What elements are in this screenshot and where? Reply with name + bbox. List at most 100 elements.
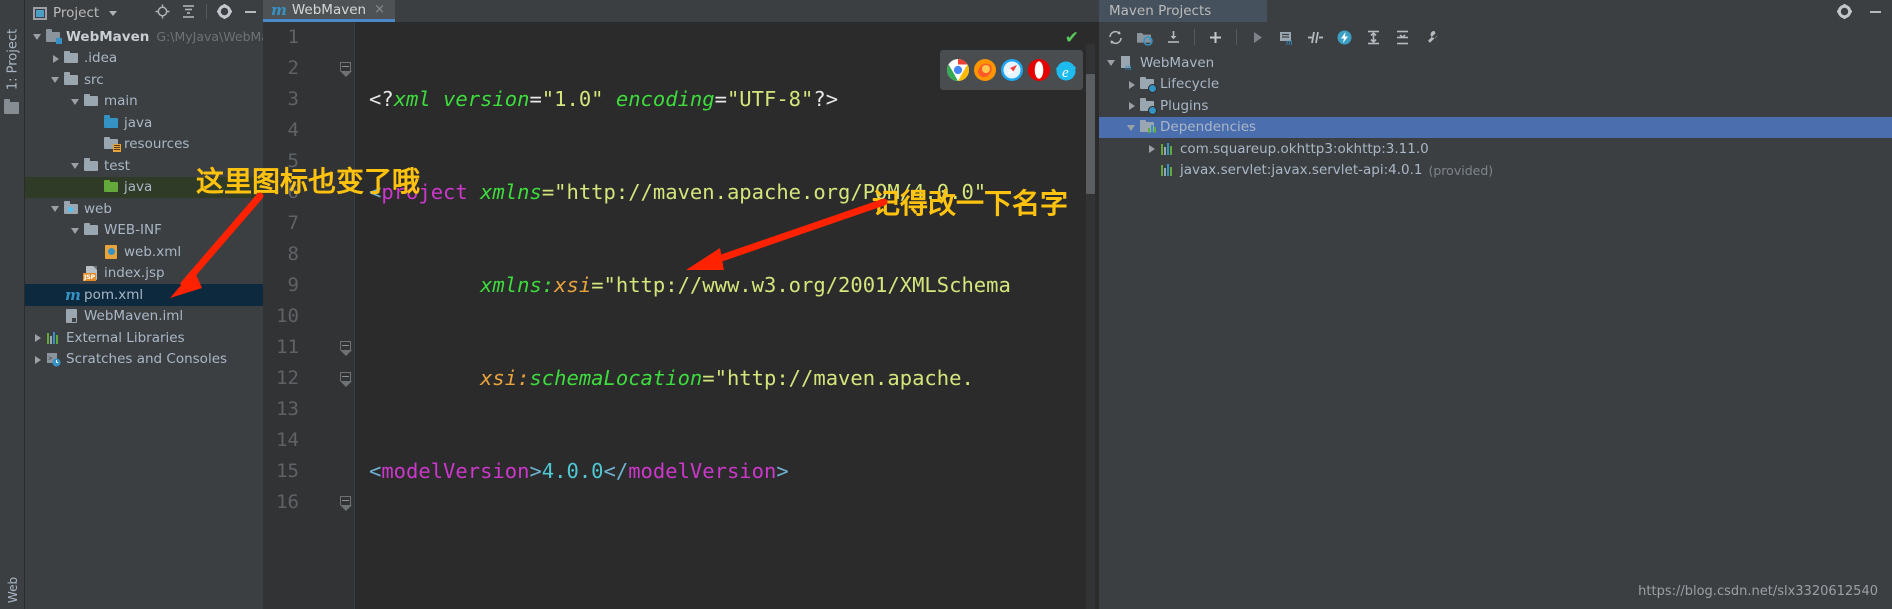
close-icon[interactable]: × [374, 2, 385, 17]
minimize-icon[interactable] [242, 3, 259, 20]
project-tool-window-button[interactable]: 1: Project [6, 23, 21, 97]
maven-pom-icon: m [271, 0, 287, 19]
download-sources-icon[interactable] [1165, 29, 1182, 46]
chevron-right-icon[interactable] [49, 52, 62, 65]
chevron-right-icon[interactable] [31, 353, 44, 366]
line-number: 13 [276, 398, 299, 420]
inspection-ok-icon[interactable]: ✔ [1065, 28, 1079, 48]
chevron-down-icon[interactable] [69, 159, 82, 172]
editor-tab-webmaven[interactable]: m WebMaven × [263, 0, 395, 22]
maven-panel-title: Maven Projects [1109, 3, 1212, 19]
firefox-icon[interactable] [973, 58, 997, 82]
gear-icon[interactable] [1836, 3, 1853, 20]
fold-marker[interactable] [339, 363, 352, 394]
editor-gutter[interactable]: 1 2 3 4 5 6 7 8 9 10 11 12 13 14 15 16 [263, 22, 355, 609]
web-tool-window-button[interactable]: Web [6, 571, 20, 609]
fold-marker[interactable] [339, 53, 352, 84]
chrome-icon[interactable] [946, 58, 970, 82]
settings-icon[interactable] [1423, 29, 1440, 46]
tree-item-main-java[interactable]: java [25, 112, 263, 134]
maven-tree[interactable]: m WebMaven Lifecycle Plugins Dependencie… [1099, 52, 1892, 609]
tree-item-webmaven-iml[interactable]: WebMaven.iml [25, 306, 263, 328]
code-content[interactable]: <?xml version="1.0" encoding="UTF-8"?> <… [355, 22, 1099, 609]
project-tree[interactable]: WebMaven G:\MyJava\WebMave .idea src mai… [25, 26, 263, 609]
tree-item-web-xml[interactable]: web.xml [25, 241, 263, 263]
chevron-right-icon[interactable] [1145, 142, 1158, 155]
annotation-note-code: 记得改一下名字 [872, 182, 1068, 222]
maven-tree-item-plugins[interactable]: Plugins [1099, 95, 1892, 117]
tree-item-scratches-consoles[interactable]: > Scratches and Consoles [25, 349, 263, 371]
chevron-down-icon[interactable] [31, 30, 44, 43]
collapse-all-icon[interactable] [180, 3, 197, 20]
code-editor[interactable]: 1 2 3 4 5 6 7 8 9 10 11 12 13 14 15 16 <… [263, 22, 1099, 609]
code-line: <modelVersion>4.0.0</modelVersion> [369, 459, 789, 483]
code-line: xsi:schemaLocation="http://maven.apache. [480, 366, 974, 390]
gear-icon[interactable] [216, 3, 233, 20]
line-number: 2 [287, 57, 299, 79]
tree-item-label: WebMaven.iml [84, 308, 184, 325]
tree-item-index-jsp[interactable]: JSP index.jsp [25, 263, 263, 285]
locate-icon[interactable] [154, 3, 171, 20]
chevron-right-icon[interactable] [1125, 78, 1138, 91]
reimport-icon[interactable] [1107, 29, 1124, 46]
opera-icon[interactable] [1027, 58, 1051, 82]
structure-icon[interactable] [4, 99, 19, 114]
tree-item-external-libraries[interactable]: External Libraries [25, 327, 263, 349]
fold-marker[interactable] [339, 332, 352, 363]
dependencies-folder-icon [1139, 119, 1156, 135]
tree-item-resources[interactable]: resources [25, 134, 263, 156]
chevron-down-icon[interactable] [109, 10, 118, 16]
chevron-down-icon[interactable] [49, 202, 62, 215]
annotation-note-tree: 这里图标也变了哦 [196, 160, 420, 200]
maven-toolbar[interactable]: m [1099, 22, 1892, 52]
collapse-icon[interactable] [1365, 29, 1382, 46]
ie-icon[interactable]: e [1054, 58, 1078, 82]
maven-tree-item-lifecycle[interactable]: Lifecycle [1099, 74, 1892, 96]
editor-scrollbar-thumb[interactable] [1086, 74, 1095, 194]
tree-item-web[interactable]: web [25, 198, 263, 220]
chevron-right-icon[interactable] [31, 331, 44, 344]
tree-item-label: Scratches and Consoles [66, 351, 228, 368]
library-icon [1159, 162, 1176, 178]
project-strip-label: 1: Project [5, 28, 21, 91]
toggle-skip-tests-icon[interactable] [1307, 29, 1324, 46]
svg-text:m: m [1125, 62, 1132, 71]
chevron-down-icon[interactable] [69, 95, 82, 108]
maven-tree-item-webmaven[interactable]: m WebMaven [1099, 52, 1892, 74]
minimize-icon[interactable] [1867, 3, 1884, 20]
watermark-url: https://blog.csdn.net/slx3320612540 [1638, 584, 1878, 599]
jsp-file-icon: JSP [83, 265, 100, 282]
tree-item-webmaven[interactable]: WebMaven G:\MyJava\WebMave [25, 26, 263, 48]
ide-window: 1: Project Web Project WebMaven G:\MyJav… [0, 0, 1892, 609]
chevron-right-icon[interactable] [1125, 99, 1138, 112]
maven-tree-item-dependencies[interactable]: Dependencies [1099, 116, 1892, 138]
browser-preview-popup[interactable]: e [940, 50, 1083, 90]
chevron-down-icon[interactable] [1125, 121, 1138, 134]
tree-item-web-inf[interactable]: WEB-INF [25, 220, 263, 242]
tree-item-label: web.xml [124, 243, 182, 260]
maven-tree-item-servlet-api[interactable]: javax.servlet:javax.servlet-api:4.0.1 (p… [1099, 160, 1892, 182]
safari-icon[interactable] [1000, 58, 1024, 82]
execute-goal-icon[interactable]: m [1278, 29, 1295, 46]
tree-item-label: java [124, 114, 153, 131]
toggle-offline-icon[interactable] [1336, 29, 1353, 46]
chevron-down-icon[interactable] [1105, 56, 1118, 69]
tree-item-pom-xml[interactable]: m pom.xml [25, 284, 263, 306]
run-icon[interactable] [1249, 29, 1266, 46]
libraries-icon [45, 330, 62, 346]
generate-sources-icon[interactable] [1136, 29, 1153, 46]
left-tool-strip: 1: Project Web [0, 0, 25, 609]
tree-item-src[interactable]: src [25, 69, 263, 91]
fold-marker[interactable] [339, 487, 352, 518]
add-maven-project-icon[interactable] [1207, 29, 1224, 46]
chevron-down-icon[interactable] [49, 73, 62, 86]
svg-text:m: m [1286, 37, 1293, 46]
expand-icon[interactable] [1394, 29, 1411, 46]
maven-tree-item-okhttp[interactable]: com.squareup.okhttp3:okhttp:3.11.0 [1099, 138, 1892, 160]
maven-tree-label: com.squareup.okhttp3:okhttp:3.11.0 [1180, 140, 1429, 157]
tree-item-main[interactable]: main [25, 91, 263, 113]
annotation-text: 记得改一下名字 [872, 187, 1069, 220]
tree-item-idea[interactable]: .idea [25, 48, 263, 70]
project-view-icon [33, 6, 47, 20]
chevron-down-icon[interactable] [69, 224, 82, 237]
